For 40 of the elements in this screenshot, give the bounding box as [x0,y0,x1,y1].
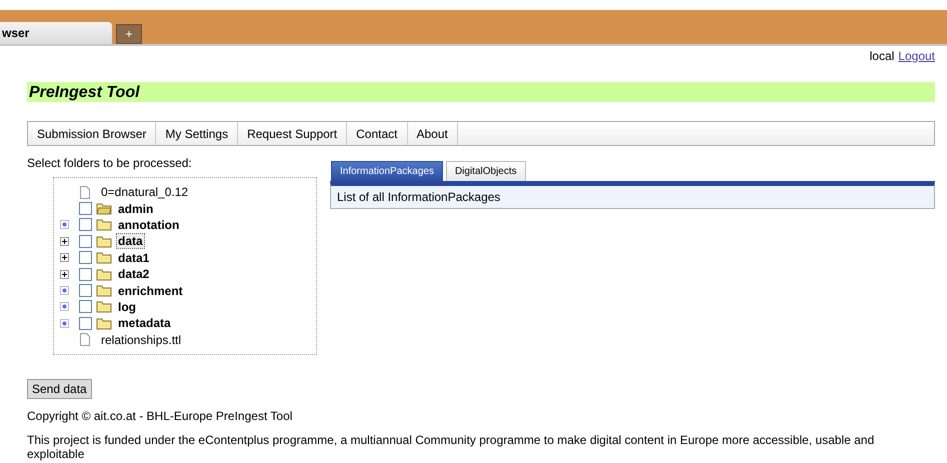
checkbox[interactable] [79,202,92,216]
folder-name[interactable]: data2 [116,266,152,282]
checkbox[interactable] [79,300,92,314]
menu-item[interactable]: About [408,122,458,145]
copyright-text: Copyright © ait.co.at - BHL-Europe PreIngest Tool [27,408,294,423]
tab[interactable]: InformationPackages [331,161,443,181]
file-icon [79,186,91,199]
file-name[interactable]: relationships.ttl [99,332,184,348]
expand-icon[interactable] [60,270,69,279]
logout-link[interactable]: Logout [898,49,935,67]
folder-name[interactable]: annotation [116,216,182,233]
send-data-button[interactable]: Send data [27,378,92,399]
checkbox[interactable] [79,218,92,232]
menu-item[interactable]: Request Support [238,122,348,145]
folder-name[interactable]: data [116,233,145,250]
menu-item[interactable]: Submission Browser [28,122,156,145]
app-title: PreIngest Tool [29,84,140,101]
file-icon [79,333,91,346]
file-name[interactable]: 0=dnatural_0.12 [99,184,190,200]
checkbox[interactable] [79,234,92,248]
folder-name[interactable]: admin [116,200,156,217]
select-label: Select folders to be processed: [27,156,193,170]
checkbox[interactable] [79,268,92,281]
folder-name[interactable]: log [116,298,138,315]
funding-text: This project is funded under the eContentplus programme, a multiannual Community programme to make digital content in Europe more accessible, usable and exploitable [27,432,876,461]
expand-icon[interactable] [60,253,69,262]
tab[interactable]: DigitalObjects [446,161,526,181]
expand-icon[interactable] [60,236,69,246]
username: local [870,49,894,65]
menu-item[interactable]: Contact [347,122,408,145]
folder-name[interactable]: data1 [116,250,152,266]
panel-text: List of all InformationPackages [337,190,500,204]
menu-item[interactable]: My Settings [156,122,238,145]
new-tab-button[interactable]: + [116,24,142,44]
folder-name[interactable]: metadata [116,315,173,332]
checkbox[interactable] [79,251,92,264]
checkbox[interactable] [79,316,92,330]
checkbox[interactable] [79,284,92,298]
browser-tab[interactable]: wser [0,22,112,44]
folder-name[interactable]: enrichment [116,282,185,299]
